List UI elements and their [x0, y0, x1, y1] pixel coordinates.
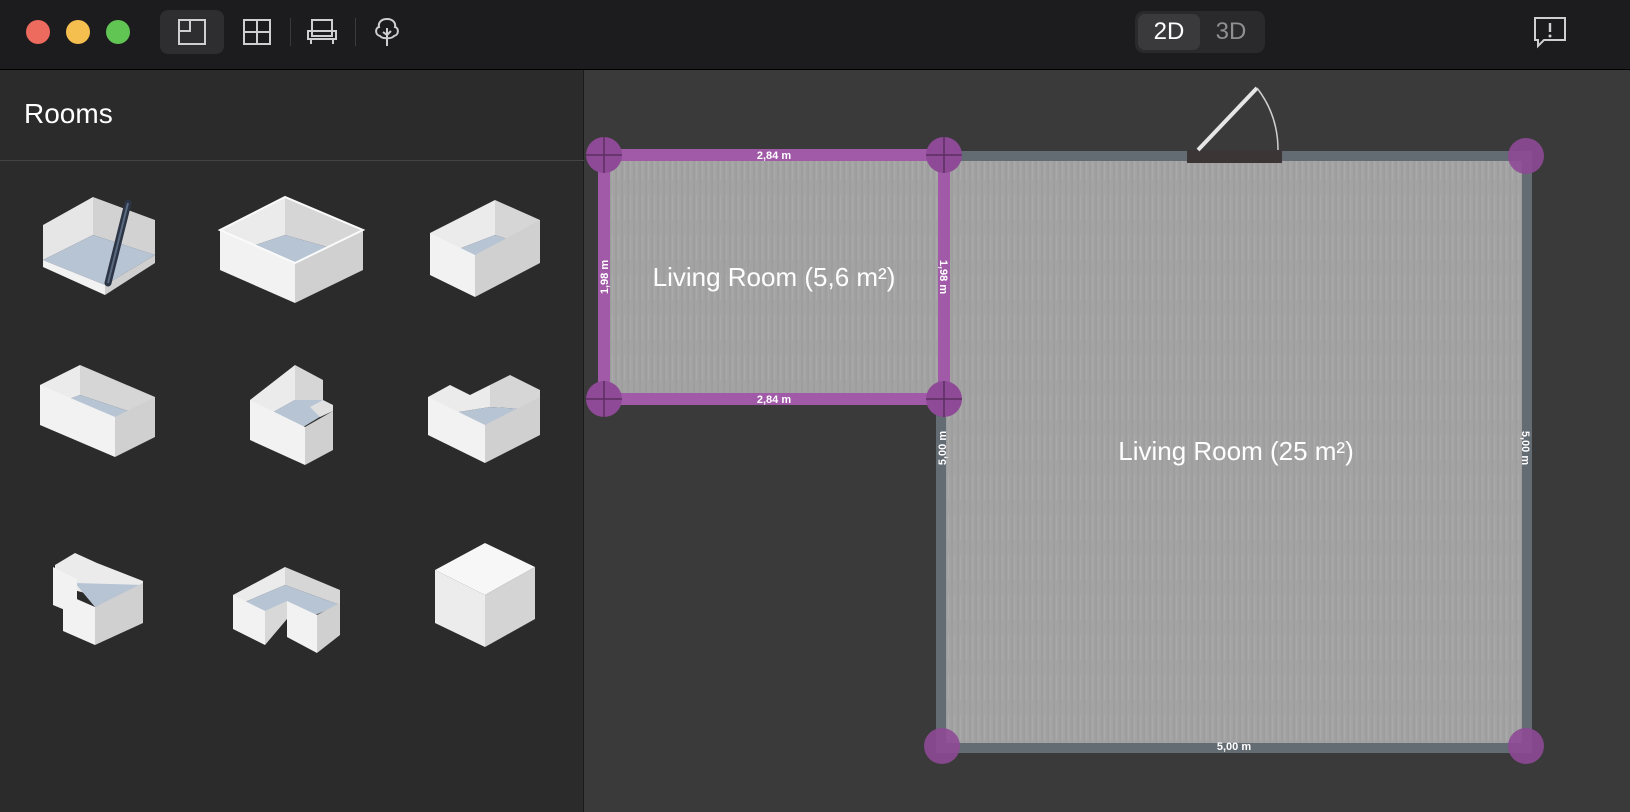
room-label: Living Room (5,6 m²)	[653, 262, 896, 292]
corner-handle[interactable]	[924, 728, 960, 764]
notched-room-icon	[250, 365, 333, 465]
door[interactable]	[1187, 150, 1282, 163]
rooms-sidebar: Rooms	[0, 70, 584, 812]
furniture-tool-button[interactable]	[290, 10, 354, 54]
room-template-large-rectangle[interactable]	[215, 175, 366, 325]
dimension-label: 1,98 m	[937, 260, 949, 294]
door-swing-arc	[1256, 87, 1279, 151]
room-template-solid-block[interactable]	[410, 515, 560, 665]
floor-plan-drawing: 2,84 m 2,84 m 1,98 m 1,98 m 5,00 m 5,00 …	[586, 86, 1544, 764]
room-template-z-shaped[interactable]	[25, 515, 175, 665]
large-rectangular-room-icon	[217, 195, 366, 303]
corner-handle[interactable]	[926, 381, 962, 417]
window-maximize-button[interactable]	[106, 20, 130, 44]
corner-handle[interactable]	[1508, 138, 1544, 174]
window-close-button[interactable]	[26, 20, 50, 44]
room-template-t-shaped[interactable]	[215, 515, 365, 665]
room-template-draw[interactable]	[25, 175, 175, 325]
dimension-label: 5,00 m	[1519, 431, 1531, 465]
dimension-label: 5,00 m	[1217, 741, 1251, 753]
room-label: Living Room (25 m²)	[1118, 436, 1354, 466]
wide-rectangular-room-icon	[40, 365, 155, 457]
sidebar-divider	[0, 160, 584, 161]
dimension-label: 1,98 m	[599, 260, 611, 294]
corner-handle[interactable]	[586, 381, 622, 417]
room-template-wide-rectangle[interactable]	[25, 345, 175, 495]
furniture-icon	[307, 19, 337, 44]
corner-handle[interactable]	[926, 137, 962, 173]
floor-plan-canvas[interactable]: 2,84 m 2,84 m 1,98 m 1,98 m 5,00 m 5,00 …	[584, 70, 1630, 812]
z-shaped-room-icon	[53, 553, 143, 645]
room-template-notched[interactable]	[215, 345, 365, 495]
rooms-icon	[178, 19, 206, 45]
dimension-label: 2,84 m	[757, 150, 791, 162]
landscape-tree-icon	[375, 17, 399, 46]
sidebar-title: Rooms	[24, 98, 113, 129]
solid-block-icon	[435, 543, 535, 647]
small-rectangular-room-icon	[430, 200, 540, 297]
feedback-icon	[1534, 17, 1566, 49]
t-shaped-room-icon	[233, 567, 340, 653]
feedback-button[interactable]	[1530, 14, 1570, 50]
l-shaped-room-icon	[428, 375, 540, 463]
corner-handle[interactable]	[586, 137, 622, 173]
dimension-label: 5,00 m	[937, 431, 949, 465]
view-3d-button[interactable]: 3D	[1200, 14, 1262, 50]
windows-doors-tool-button[interactable]	[225, 10, 289, 54]
view-2d-button[interactable]: 2D	[1138, 14, 1200, 50]
rooms-tool-button[interactable]	[160, 10, 224, 54]
landscape-tool-button[interactable]	[355, 10, 419, 54]
windows-doors-icon	[243, 19, 271, 45]
window-minimize-button[interactable]	[66, 20, 90, 44]
dimension-label: 2,84 m	[757, 394, 791, 406]
room-template-small-rectangle[interactable]	[410, 175, 560, 325]
corner-handle[interactable]	[1508, 728, 1544, 764]
view-mode-segmented-control: 2D 3D	[1135, 11, 1265, 53]
draw-room-icon	[43, 197, 155, 295]
door-leaf	[1196, 86, 1259, 152]
room-template-l-shaped[interactable]	[410, 345, 560, 495]
title-bar: 2D 3D	[0, 0, 1630, 70]
